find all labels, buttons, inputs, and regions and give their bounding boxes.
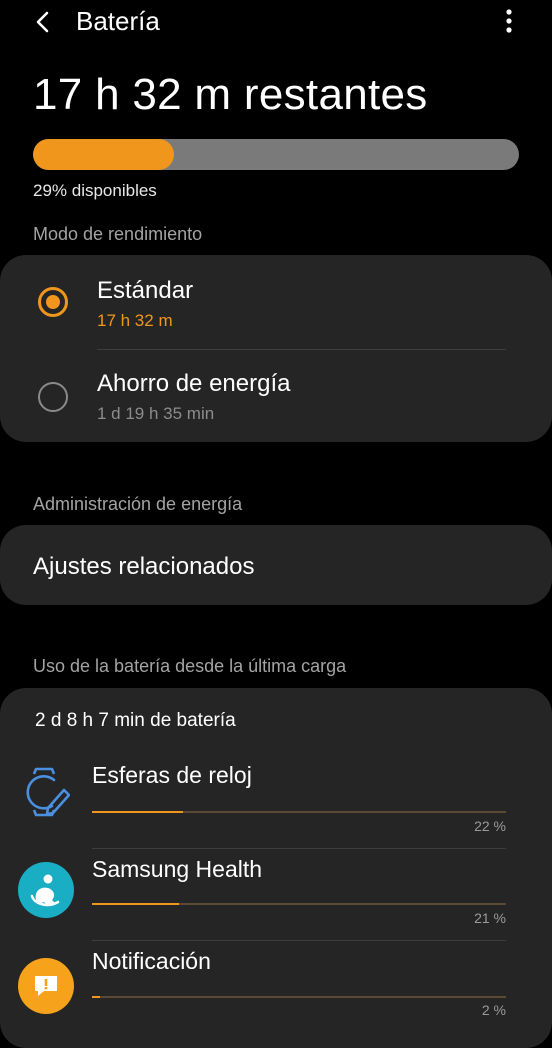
mode-option-label: Estándar xyxy=(97,277,194,304)
mode-option-standard[interactable]: Estándar 17 h 32 m xyxy=(0,255,552,347)
usage-item-samsung-health[interactable]: Samsung Health 21 % xyxy=(0,850,552,942)
usage-percent: 21 % xyxy=(474,910,506,926)
divider xyxy=(92,940,506,941)
usage-bar xyxy=(92,903,506,905)
radio-standard[interactable] xyxy=(38,287,68,317)
mode-option-power-saving[interactable]: Ahorro de energía 1 d 19 h 35 min xyxy=(0,350,552,442)
mode-option-time: 17 h 32 m xyxy=(97,311,173,330)
app-name: Esferas de reloj xyxy=(92,762,252,788)
samsung-health-icon xyxy=(18,862,74,918)
more-options-button[interactable] xyxy=(496,6,522,36)
battery-level-fill xyxy=(33,139,174,170)
page-title: Batería xyxy=(76,6,160,36)
battery-available-text: 29% disponibles xyxy=(33,181,157,200)
section-label-performance: Modo de rendimiento xyxy=(33,224,203,244)
battery-usage-card: 2 d 8 h 7 min de batería Esferas de relo… xyxy=(0,688,552,1048)
section-label-usage: Uso de la batería desde la última carga xyxy=(33,656,347,676)
more-vertical-icon xyxy=(506,9,512,33)
back-button[interactable] xyxy=(28,8,58,36)
usage-bar xyxy=(92,811,506,813)
related-settings-button[interactable]: Ajustes relacionados xyxy=(0,525,552,605)
usage-item-notification[interactable]: Notificación 2 % xyxy=(0,942,552,1034)
usage-bar-fill xyxy=(92,903,179,905)
related-settings-label: Ajustes relacionados xyxy=(33,553,255,580)
usage-bar-fill xyxy=(92,996,101,998)
chevron-left-icon xyxy=(36,11,49,33)
performance-mode-card: Estándar 17 h 32 m Ahorro de energía 1 d… xyxy=(0,255,552,442)
battery-level-bar xyxy=(33,139,519,170)
usage-percent: 2 % xyxy=(481,1002,506,1018)
app-bar: Batería xyxy=(0,0,552,44)
radio-power-saving[interactable] xyxy=(38,382,68,412)
app-name: Samsung Health xyxy=(92,856,263,882)
usage-bar-fill xyxy=(92,811,184,813)
app-name: Notificación xyxy=(92,948,211,974)
notification-icon xyxy=(18,958,74,1014)
mode-option-label: Ahorro de energía xyxy=(97,370,291,397)
battery-remaining-time: 17 h 32 m restantes xyxy=(33,70,428,119)
usage-percent: 22 % xyxy=(474,818,506,834)
mode-option-time: 1 d 19 h 35 min xyxy=(97,404,215,423)
usage-total-time: 2 d 8 h 7 min de batería xyxy=(35,710,236,731)
watch-face-edit-icon xyxy=(18,764,74,820)
divider xyxy=(92,848,506,849)
usage-bar xyxy=(92,996,506,998)
section-label-power-management: Administración de energía xyxy=(33,494,243,514)
usage-item-watch-faces[interactable]: Esferas de reloj 22 % xyxy=(0,756,552,848)
